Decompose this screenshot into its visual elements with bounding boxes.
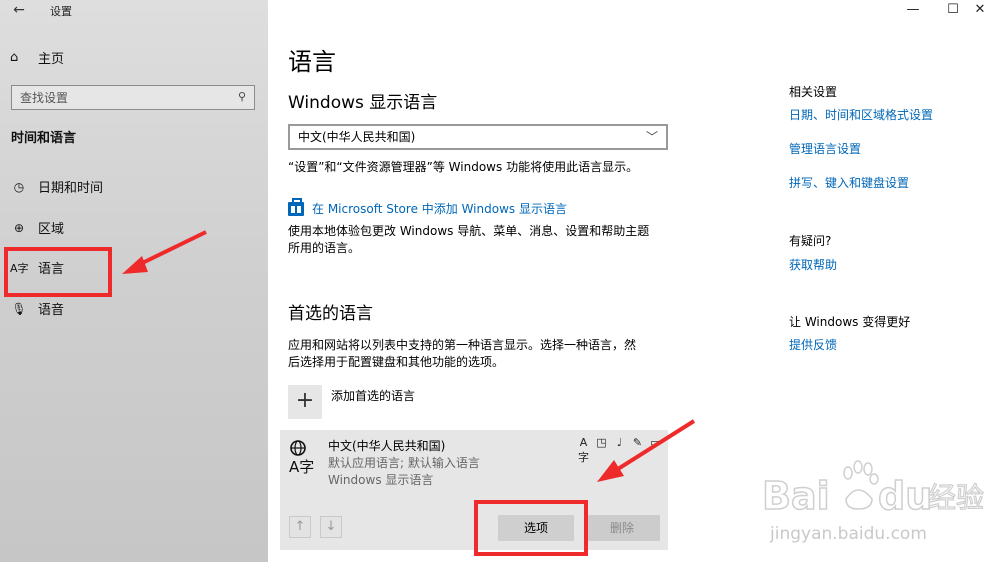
language-detail-2: Windows 显示语言	[328, 473, 434, 487]
store-note-line-1: 使用本地体验包更改 Windows 导航、菜单、消息、设置和帮助主题	[288, 224, 650, 238]
feedback-heading: 让 Windows 变得更好	[789, 315, 911, 329]
display-language-dropdown[interactable]: 中文(中华人民共和国) ﹀	[288, 124, 668, 150]
search-icon[interactable]: ⚲	[238, 90, 246, 103]
chevron-down-icon: ﹀	[645, 130, 658, 144]
svg-text:Bai: Bai	[762, 474, 830, 518]
display-language-note: “设置”和“文件资源管理器”等 Windows 功能将使用此语言显示。	[288, 160, 639, 174]
microphone-icon: 🎙	[11, 301, 27, 316]
sidebar-item-date-time[interactable]: ◷ 日期和时间	[10, 177, 104, 197]
link-give-feedback[interactable]: 提供反馈	[789, 336, 837, 353]
annotation-box-options	[474, 500, 588, 556]
annotation-box-language	[4, 247, 112, 297]
svg-text:jingyan.baidu.com: jingyan.baidu.com	[769, 524, 927, 544]
preferred-desc-line-1: 应用和网站将以列表中支持的第一种语言显示。选择一种语言，然	[288, 338, 637, 352]
add-language-label: 添加首选的语言	[331, 389, 416, 403]
speech-bubble-icon: ◳	[596, 436, 607, 449]
link-get-help[interactable]: 获取帮助	[789, 256, 837, 273]
home-icon: ⌂	[10, 50, 19, 65]
minimize-button[interactable]: —	[893, 0, 933, 22]
microphone-icon: ♩	[616, 436, 623, 449]
display-language-heading: Windows 显示语言	[288, 93, 438, 113]
link-date-time-region[interactable]: 日期、时间和区域格式设置	[789, 106, 933, 123]
language-name: 中文(中华人民共和国)	[328, 439, 446, 453]
related-settings-heading: 相关设置	[789, 85, 838, 99]
dropdown-value: 中文(中华人民共和国)	[298, 130, 416, 144]
page-title: 语言	[288, 48, 336, 76]
plus-icon[interactable]: +	[288, 385, 322, 419]
search-input[interactable]	[12, 86, 222, 109]
sidebar-item-label: 语音	[38, 303, 65, 318]
baidu-watermark: Bai du 经验 jingyan.baidu.com	[761, 460, 985, 544]
section-title: 时间和语言	[11, 131, 77, 146]
keyboard-icon: ▭	[650, 436, 661, 449]
store-note-line-2: 所用的语言。	[288, 241, 361, 255]
language-detail-1: 默认应用语言; 默认输入语言	[328, 456, 480, 470]
sidebar-item-label: 主页	[38, 52, 65, 67]
app-title: 设置	[50, 5, 72, 18]
svg-text:经验: 经验	[928, 481, 984, 514]
sidebar-item-label: 区域	[38, 222, 65, 237]
sidebar-item-region[interactable]: ⊕ 区域	[10, 218, 65, 238]
remove-button[interactable]: 删除	[584, 515, 660, 541]
display-language-icon: A字	[578, 436, 589, 464]
sidebar-item-home[interactable]: ⌂ 主页	[10, 48, 64, 67]
clock-icon: ◷	[13, 179, 25, 194]
sidebar-item-label: 日期和时间	[38, 181, 104, 196]
store-link[interactable]: 在 Microsoft Store 中添加 Windows 显示语言	[288, 197, 567, 217]
language-pack-icon: A字	[289, 440, 314, 474]
move-down-button[interactable]: ↓	[320, 516, 342, 538]
sidebar: ← 设置 ⌂ 主页 ⚲ 时间和语言 ◷ 日期和时间 ⊕ 区域 A字 语言 🎙 语…	[0, 0, 268, 562]
help-heading: 有疑问?	[789, 234, 832, 248]
svg-text:A字: A字	[289, 458, 314, 474]
add-language-row[interactable]: + 添加首选的语言	[288, 385, 415, 419]
svg-text:du: du	[878, 474, 932, 518]
globe-icon: ⊕	[13, 220, 25, 235]
preferred-language-heading: 首选的语言	[288, 304, 373, 324]
language-feature-icons: A字 ◳ ♩ ✎ ▭	[577, 436, 662, 465]
handwriting-icon: ✎	[632, 436, 643, 449]
close-button[interactable]: ✕	[960, 0, 1000, 22]
sidebar-item-speech[interactable]: 🎙 语音	[10, 299, 65, 319]
annotation-arrow-left	[122, 230, 207, 274]
store-link-label: 在 Microsoft Store 中添加 Windows 显示语言	[312, 202, 567, 216]
link-spelling-typing-keyboard[interactable]: 拼写、键入和键盘设置	[789, 174, 909, 191]
link-manage-language[interactable]: 管理语言设置	[789, 140, 861, 157]
move-up-button[interactable]: ↑	[289, 516, 311, 538]
back-arrow-icon[interactable]: ←	[10, 2, 28, 18]
store-icon	[288, 197, 304, 216]
preferred-desc-line-2: 后选择用于配置键盘和其他功能的选项。	[288, 355, 505, 369]
search-box: ⚲	[11, 85, 255, 110]
